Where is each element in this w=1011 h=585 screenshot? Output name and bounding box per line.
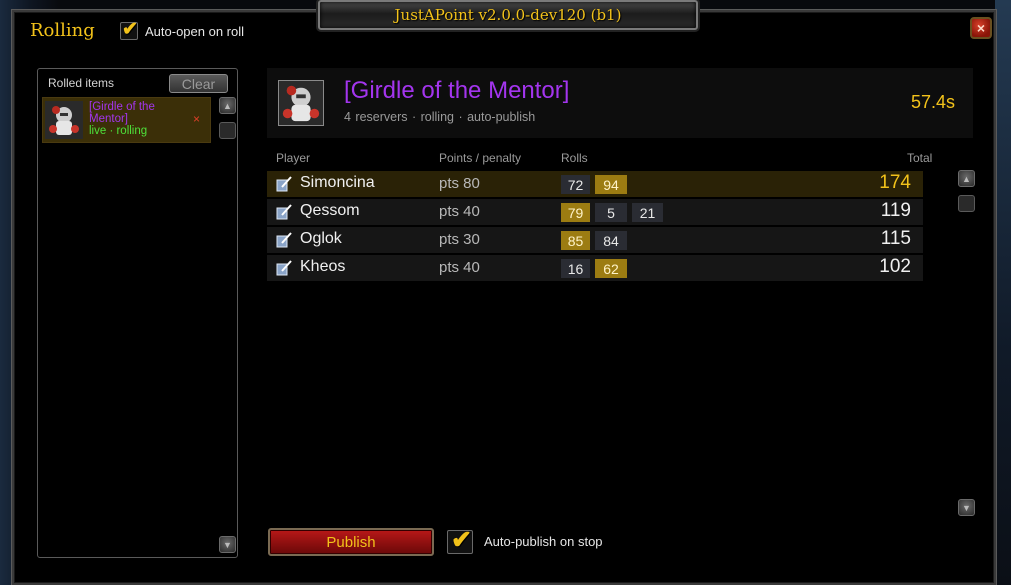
remove-item-button[interactable]: × [193, 112, 200, 126]
roll-value-best: 94 [595, 175, 627, 194]
rolled-items-panel: Rolled items Clear [Girdle of the Mentor… [37, 68, 238, 558]
player-name: Simoncina [300, 174, 375, 191]
mentor-portrait-icon [278, 80, 324, 126]
arrow-down-icon: ▼ [223, 540, 232, 550]
rolled-item-status: live · rolling [89, 125, 148, 137]
table-row[interactable]: Oglok pts 30 85 84 115 [267, 227, 923, 253]
rolled-item-name: [Girdle of the Mentor] [89, 101, 155, 125]
close-button[interactable]: × [970, 17, 992, 39]
quill-icon [276, 232, 292, 248]
roll-value: 16 [561, 259, 590, 278]
column-header-player: Player [276, 151, 311, 165]
mentor-portrait-icon [45, 101, 83, 139]
left-scroll-down-button[interactable]: ▼ [219, 536, 236, 553]
auto-publish-checkbox[interactable]: ✔ [447, 526, 473, 554]
roll-timer: 57.4s [910, 92, 955, 112]
roll-value: 21 [632, 203, 663, 222]
checkmark-icon: ✔ [451, 526, 472, 554]
roll-value-best: 62 [595, 259, 627, 278]
player-name: Oglok [300, 230, 342, 247]
player-name: Kheos [300, 258, 346, 275]
arrow-up-icon: ▲ [223, 101, 232, 111]
item-header: [Girdle of the Mentor] 4 reservers · rol… [267, 68, 973, 138]
publish-button[interactable]: Publish [268, 528, 434, 556]
quill-icon [276, 260, 292, 276]
rolled-items-heading: Rolled items [48, 76, 115, 90]
checkmark-icon: ✔ [122, 19, 138, 40]
auto-publish-label[interactable]: Auto-publish on stop [484, 534, 603, 549]
table-row[interactable]: Qessom pts 40 79 5 21 119 [267, 199, 923, 225]
item-name[interactable]: [Girdle of the Mentor] [344, 77, 569, 105]
table-scroll-up-button[interactable]: ▲ [958, 170, 975, 187]
auto-open-label[interactable]: Auto-open on roll [145, 24, 244, 39]
player-points: pts 40 [439, 203, 480, 220]
clear-button[interactable]: Clear [169, 74, 228, 93]
player-points: pts 30 [439, 231, 480, 248]
game-world-edge [995, 0, 1011, 585]
table-scroll-down-button[interactable]: ▼ [958, 499, 975, 516]
table-scroll-thumb[interactable] [958, 195, 975, 212]
roll-value: 84 [595, 231, 627, 250]
arrow-up-icon: ▲ [962, 174, 971, 184]
arrow-down-icon: ▼ [962, 503, 971, 513]
column-header-points: Points / penalty [439, 151, 522, 165]
roll-value: 72 [561, 175, 590, 194]
rolled-item[interactable]: [Girdle of the Mentor] live · rolling × [42, 97, 211, 143]
player-points: pts 40 [439, 259, 480, 276]
table-row[interactable]: Kheos pts 40 16 62 102 [267, 255, 923, 281]
roll-value-best: 85 [561, 231, 590, 250]
left-scroll-up-button[interactable]: ▲ [219, 97, 236, 114]
quill-icon [276, 204, 292, 220]
roll-value: 5 [595, 203, 627, 222]
roll-value-best: 79 [561, 203, 590, 222]
table-row[interactable]: Simoncina pts 80 72 94 174 [267, 171, 923, 197]
player-total: 115 [880, 228, 911, 249]
column-header-total: Total [907, 151, 933, 165]
auto-open-checkbox[interactable]: ✔ [120, 19, 138, 40]
player-points: pts 80 [439, 175, 480, 192]
page-title: Rolling [30, 20, 95, 41]
player-total: 174 [879, 172, 911, 193]
left-scroll-thumb[interactable] [219, 122, 236, 139]
player-name: Qessom [300, 202, 360, 219]
window-title[interactable]: JustAPoint v2.0.0-dev120 (b1) [318, 0, 698, 30]
quill-icon [276, 176, 292, 192]
column-header-rolls: Rolls [561, 151, 588, 165]
player-total: 102 [879, 256, 911, 277]
item-meta: 4 reservers · rolling · auto-publish [344, 110, 536, 124]
player-total: 119 [880, 200, 911, 221]
